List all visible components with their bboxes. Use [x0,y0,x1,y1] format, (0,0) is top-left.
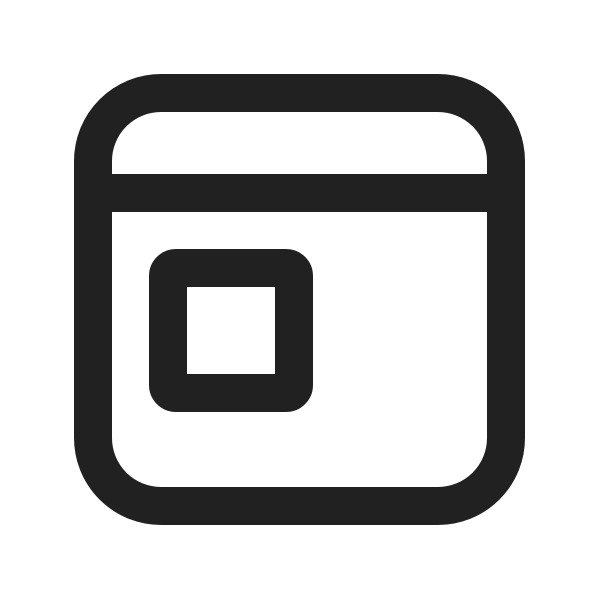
browser-window-icon [74,74,525,525]
icon-canvas [0,0,600,600]
content-square [149,249,313,412]
